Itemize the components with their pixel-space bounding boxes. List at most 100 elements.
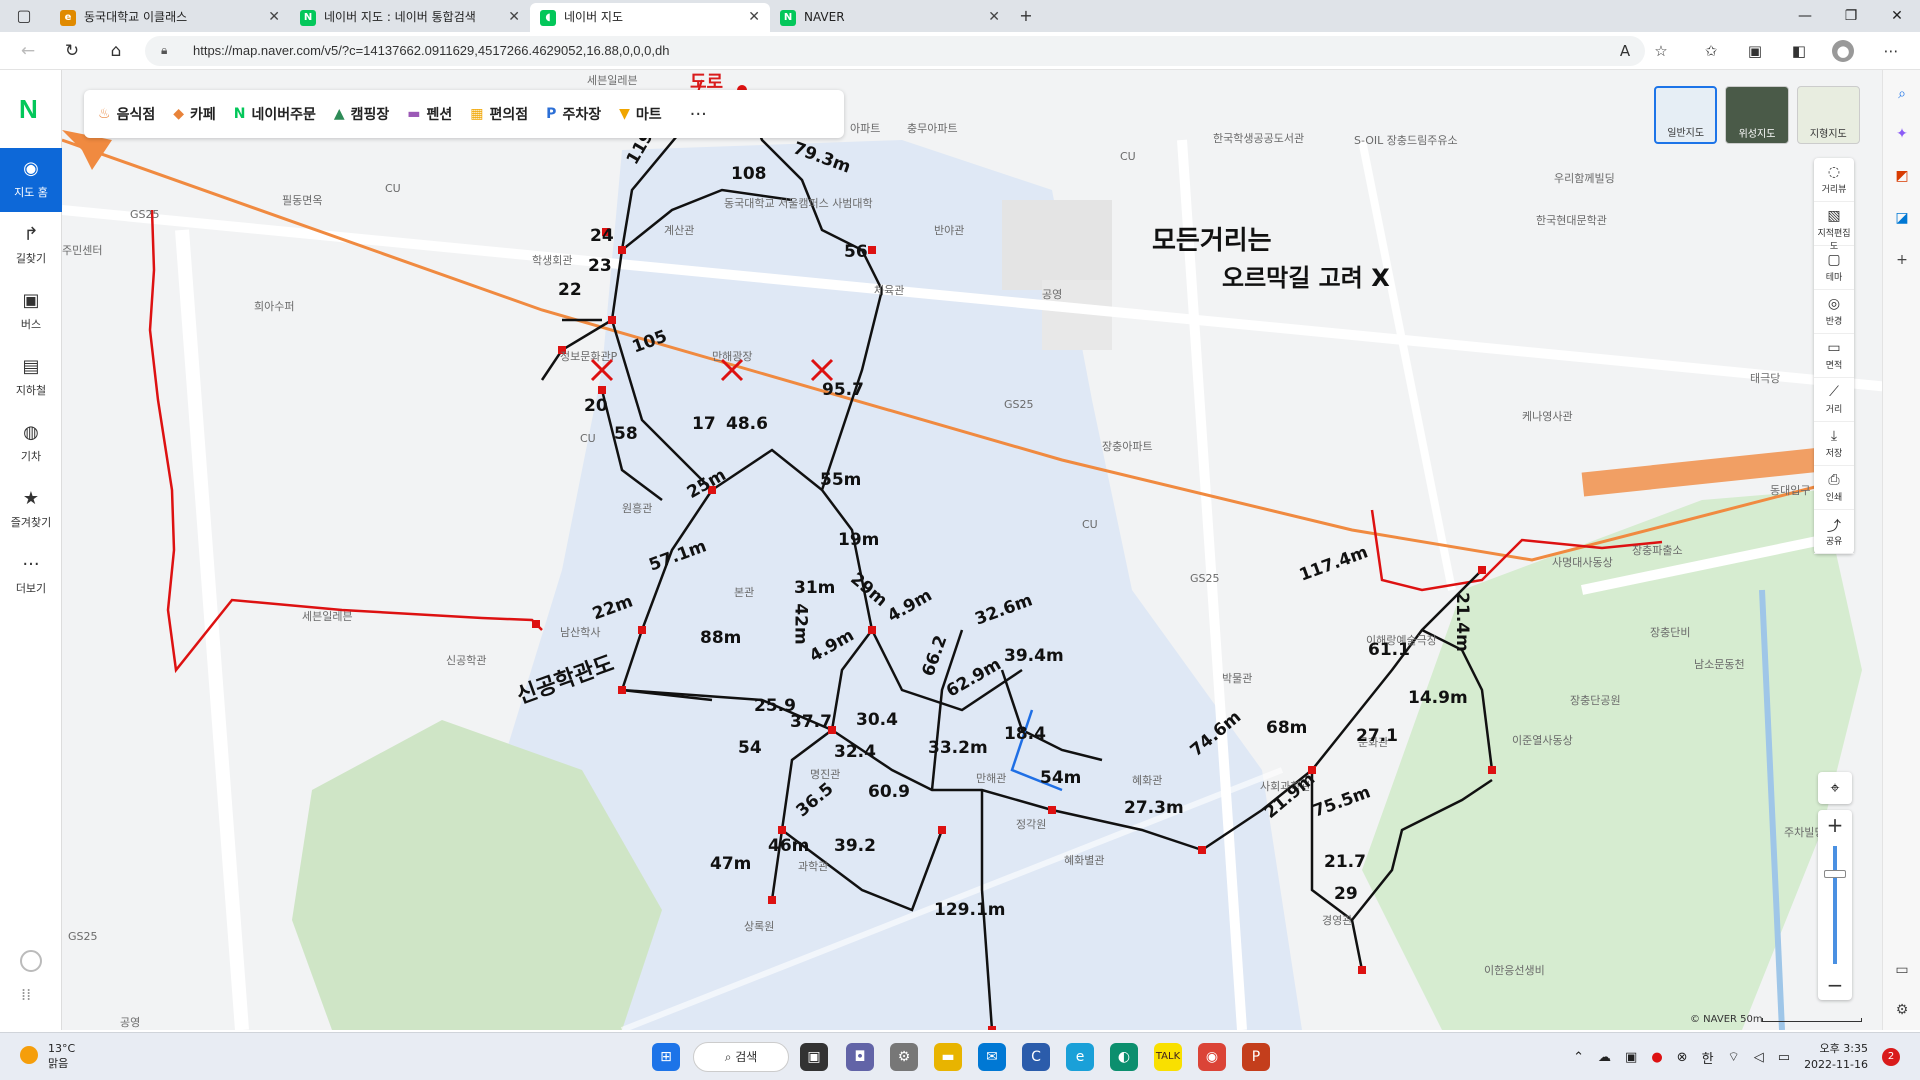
map-place-label[interactable]: 남산학사 — [560, 624, 600, 640]
map-place-label[interactable]: 남소문동천 — [1694, 656, 1745, 672]
rail-subway[interactable]: ▤ 지하철 — [0, 346, 62, 410]
map-place-label[interactable]: 계산관 — [664, 222, 694, 238]
battery-icon[interactable]: ▭ — [1778, 1050, 1790, 1065]
clock[interactable]: 오후 3:35 2022-11-16 — [1804, 1041, 1868, 1073]
rail-map-home[interactable]: ◉ 지도 홈 — [0, 148, 62, 212]
map-place-label[interactable]: GS25 — [1190, 572, 1220, 585]
task-view-icon[interactable]: ▣ — [800, 1043, 828, 1071]
close-tab-icon[interactable]: ✕ — [268, 3, 280, 32]
category-7[interactable]: ▼ 마트 — [619, 104, 662, 124]
read-aloud-icon[interactable]: A — [1614, 40, 1636, 62]
office-icon[interactable]: ◩ — [1892, 166, 1912, 186]
close-window-icon[interactable]: ✕ — [1874, 0, 1920, 32]
rail-train[interactable]: ◍ 기차 — [0, 412, 62, 476]
ime-indicator[interactable]: 한 — [1702, 1048, 1714, 1067]
map-place-label[interactable]: 케나영사관 — [1522, 408, 1573, 424]
close-circle-icon[interactable]: ⊗ — [1677, 1050, 1688, 1065]
zoom-out-button[interactable]: − — [1818, 970, 1852, 1000]
tool-4[interactable]: ▭ 면적 — [1814, 334, 1854, 378]
map-type-terrain[interactable]: 지형지도 — [1796, 86, 1860, 144]
map-place-label[interactable]: 정보문화관P — [560, 348, 617, 364]
zoom-slider-knob[interactable] — [1824, 870, 1846, 878]
tab-eclass[interactable]: e 동국대학교 이클래스 ✕ — [50, 3, 290, 32]
map-place-label[interactable]: 한국현대문학관 — [1536, 212, 1607, 228]
category-2[interactable]: N 네이버주문 — [234, 104, 316, 124]
map-place-label[interactable]: 충무아파트 — [907, 120, 958, 136]
add-icon[interactable]: + — [1892, 250, 1912, 270]
map-place-label[interactable]: 필동면옥 — [282, 192, 322, 208]
restore-icon[interactable]: ❐ — [1828, 0, 1874, 32]
app-tray-icon[interactable]: ▣ — [1625, 1050, 1637, 1065]
map-place-label[interactable]: 태극당 — [1750, 370, 1780, 386]
refresh-icon[interactable]: ↻ — [58, 38, 86, 64]
user-icon[interactable] — [20, 950, 42, 972]
map-place-label[interactable]: 공영 — [120, 1014, 140, 1030]
map-place-label[interactable]: 상록원 — [744, 918, 774, 934]
map-place-label[interactable]: CU — [385, 182, 401, 195]
rail-directions[interactable]: ↱ 길찾기 — [0, 214, 62, 278]
start-icon[interactable]: ⊞ — [652, 1043, 680, 1071]
map-place-label[interactable]: 본관 — [734, 584, 754, 600]
map-place-label[interactable]: CU — [1082, 518, 1098, 531]
tab-actions-icon[interactable]: ▢ — [10, 4, 38, 28]
settings-app-icon[interactable]: ⚙ — [890, 1043, 918, 1071]
map-place-label[interactable]: 공영 — [1042, 286, 1062, 302]
rail-bus[interactable]: ▣ 버스 — [0, 280, 62, 344]
category-4[interactable]: ▬ 펜션 — [407, 104, 452, 124]
map-place-label[interactable]: GS25 — [1004, 398, 1034, 411]
current-location-icon[interactable]: ⌖ — [1818, 772, 1852, 804]
map-place-label[interactable]: CU — [1120, 150, 1136, 163]
zoom-track[interactable] — [1833, 846, 1837, 964]
sidebar-toggle-icon[interactable]: ▭ — [1892, 960, 1912, 980]
copilot-icon[interactable]: ✦ — [1892, 124, 1912, 144]
home-icon[interactable]: ⌂ — [102, 38, 130, 64]
map-place-label[interactable]: 장충단공원 — [1570, 692, 1621, 708]
map-place-label[interactable]: 한국학생공공도서관 — [1213, 130, 1304, 146]
volume-icon[interactable]: ◁ — [1754, 1050, 1764, 1065]
map-place-label[interactable]: S-OIL 장충드림주유소 — [1354, 132, 1458, 148]
favorites-icon[interactable]: ✩ — [1700, 40, 1722, 62]
address-bar[interactable]: 🔒︎ https://map.naver.com/v5/?c=14137662.… — [145, 36, 1645, 66]
extension-icon[interactable]: ◧ — [1788, 40, 1810, 62]
category-5[interactable]: ▦ 편의점 — [470, 104, 528, 124]
map-place-label[interactable]: 신공학관 — [446, 652, 486, 668]
map-place-label[interactable]: 학생회관 — [532, 252, 572, 268]
map-place-label[interactable]: 아파트 — [850, 120, 880, 136]
tab-naver[interactable]: N NAVER ✕ — [770, 3, 1010, 32]
outlook-icon[interactable]: ◪ — [1892, 208, 1912, 228]
collections-icon[interactable]: ▣ — [1744, 40, 1766, 62]
search-icon[interactable]: ⌕ — [1892, 84, 1912, 104]
category-1[interactable]: ◆ 카페 — [173, 104, 216, 124]
map-place-label[interactable]: 사명대사동상 — [1552, 554, 1613, 570]
category-more-icon[interactable]: ··· — [690, 104, 707, 125]
map-place-label[interactable]: 우리함께빌딩 — [1554, 170, 1615, 186]
map-place-label[interactable]: 과학관 — [798, 858, 828, 874]
map-canvas[interactable]: 세븐일레븐 충무아파트 아파트 한국학생공공도서관 S-OIL 장충드림주유소 우리함께빌… — [62, 70, 1920, 1030]
profile-avatar[interactable]: ● — [1832, 40, 1854, 62]
new-tab-button[interactable]: + — [1012, 4, 1040, 28]
taskbar-search-button[interactable]: ⌕ 검색 — [693, 1042, 789, 1072]
category-3[interactable]: ▲ 캠핑장 — [334, 104, 389, 124]
map-place-label[interactable]: 세븐일레븐 — [302, 608, 353, 624]
settings-icon[interactable]: ⚙ — [1892, 1000, 1912, 1020]
close-tab-icon[interactable]: ✕ — [988, 3, 1000, 32]
map-place-label[interactable]: 경영관 — [1322, 912, 1352, 928]
map-place-label[interactable]: 세븐일레븐 — [587, 72, 638, 88]
map-place-label[interactable]: 박물관 — [1222, 670, 1252, 686]
close-tab-icon[interactable]: ✕ — [748, 3, 760, 32]
internet-explorer-icon[interactable]: e — [1066, 1043, 1094, 1071]
tab-naver-search[interactable]: N 네이버 지도 : 네이버 통합검색 ✕ — [290, 3, 530, 32]
weather-widget[interactable]: 13°C 맑음 — [20, 1041, 75, 1071]
map-place-label[interactable]: GS25 — [68, 930, 98, 943]
mail-icon[interactable]: ✉ — [978, 1043, 1006, 1071]
tool-0[interactable]: ◌ 거리뷰 — [1814, 158, 1854, 202]
zoom-in-button[interactable]: + — [1818, 810, 1852, 840]
tool-6[interactable]: ⤓ 저장 — [1814, 422, 1854, 466]
microphone-icon[interactable]: ● — [1651, 1050, 1662, 1065]
chrome-icon[interactable]: ◉ — [1198, 1043, 1226, 1071]
map-place-label[interactable]: 장충아파트 — [1102, 438, 1153, 454]
back-icon[interactable]: ← — [14, 38, 42, 64]
tab-naver-map[interactable]: ◖ 네이버 지도 ✕ — [530, 3, 770, 32]
tool-2[interactable]: ▢ 테마 — [1814, 246, 1854, 290]
tray-chevron-icon[interactable]: ⌃ — [1573, 1050, 1584, 1065]
